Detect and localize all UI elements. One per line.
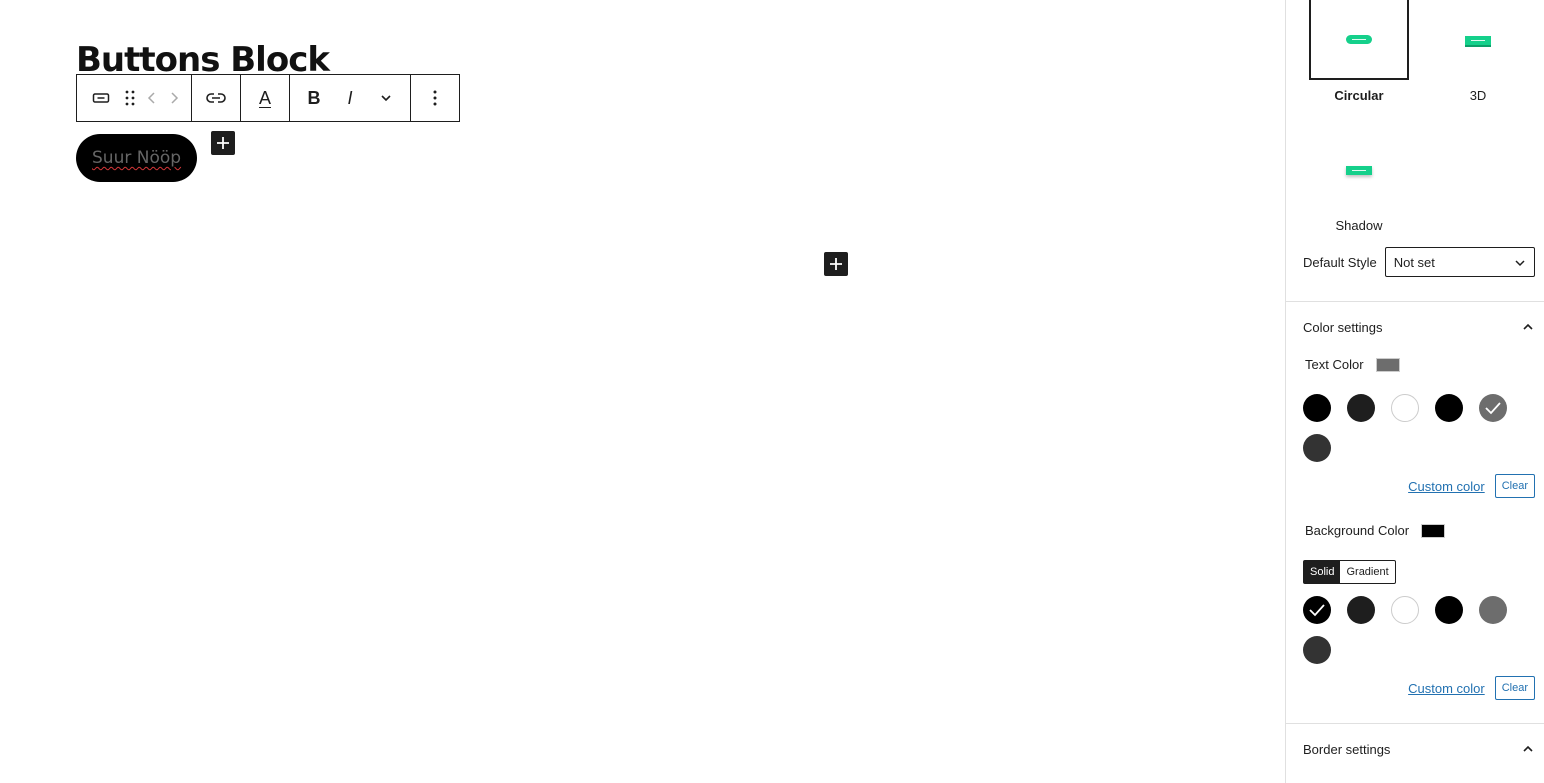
style-label: 3D [1469,88,1487,103]
block-toolbar: A B I [76,74,460,122]
background-color-label: Background Color [1305,523,1410,538]
style-label: Shadow [1335,218,1383,233]
color-swatch[interactable] [1391,394,1419,422]
text-color-row: Text Color [1305,357,1400,372]
block-inserter-plus-icon[interactable] [824,252,848,276]
text-color-indicator [1375,357,1400,372]
button-text[interactable]: Suur Nööp [92,148,181,168]
move-right-icon[interactable] [163,75,185,121]
bold-icon[interactable]: B [296,75,332,121]
toolbar-group-color: A [241,75,290,121]
style-option-shadow[interactable]: Shadow [1309,130,1409,233]
color-swatch[interactable] [1435,394,1463,422]
text-color-actions: Custom color Clear [1303,474,1535,498]
buttons-block-button[interactable]: Suur Nööp [76,134,198,182]
inline-inserter-plus-icon[interactable] [211,131,235,155]
text-color-label: A [258,87,271,108]
color-settings-title: Color settings [1303,319,1383,335]
text-color-swatches [1303,394,1535,462]
color-swatch[interactable] [1347,394,1375,422]
color-swatch[interactable] [1303,394,1331,422]
border-settings-header[interactable]: Border settings [1303,739,1535,759]
default-style-select[interactable]: Not set [1384,247,1535,277]
chevron-up-icon[interactable] [1521,322,1535,332]
toolbar-group-block [77,75,192,121]
color-swatch[interactable] [1303,596,1331,624]
text-color-icon[interactable]: A [247,75,283,121]
border-settings-title: Border settings [1303,741,1391,757]
gradient-tab[interactable]: Gradient [1340,561,1394,583]
background-color-swatches [1303,596,1535,664]
color-settings-header[interactable]: Color settings [1303,317,1535,337]
default-style-label: Default Style [1303,254,1377,270]
toolbar-group-link [192,75,241,121]
background-color-row: Background Color [1305,523,1446,538]
background-color-actions: Custom color Clear [1303,676,1535,700]
options-icon[interactable] [417,75,453,121]
chevron-up-icon[interactable] [1521,744,1535,754]
italic-label: I [347,87,353,108]
style-preview [1309,130,1409,210]
color-swatch[interactable] [1479,394,1507,422]
custom-color-link[interactable]: Custom color [1408,681,1485,696]
bold-label: B [307,87,321,108]
move-left-icon[interactable] [141,75,163,121]
check-icon [1309,604,1325,617]
chevron-down-icon [1514,255,1526,270]
mini-button-preview [1465,35,1491,45]
color-swatch[interactable] [1435,596,1463,624]
style-preview [1428,0,1528,80]
drag-handle-icon[interactable] [119,75,141,121]
clear-button[interactable]: Clear [1494,474,1535,498]
background-color-indicator [1421,523,1446,538]
background-type-toggle: Solid Gradient [1303,560,1396,584]
color-swatch[interactable] [1479,596,1507,624]
text-color-label: Text Color [1305,357,1364,372]
custom-color-link[interactable]: Custom color [1408,479,1485,494]
mini-button-preview [1346,34,1372,44]
style-option-3d[interactable]: 3D [1428,0,1528,103]
color-swatch[interactable] [1347,596,1375,624]
default-style-value: Not set [1393,254,1435,270]
color-swatch[interactable] [1303,636,1331,664]
toolbar-group-options [411,75,459,121]
style-label: Circular [1334,88,1384,103]
check-icon [1485,402,1501,415]
settings-sidebar: Circular 3D Shadow Default Style Not set… [1285,0,1544,783]
color-swatch[interactable] [1391,596,1419,624]
solid-tab[interactable]: Solid [1304,561,1341,583]
toolbar-group-format: B I [290,75,411,121]
divider [1286,301,1544,302]
color-swatch[interactable] [1303,434,1331,462]
link-icon[interactable] [198,75,234,121]
italic-icon[interactable]: I [332,75,368,121]
mini-button-preview [1346,165,1372,175]
button-block-icon[interactable] [83,75,119,121]
divider [1286,723,1544,724]
more-formatting-icon[interactable] [368,75,404,121]
style-preview [1309,0,1409,80]
editor-canvas[interactable]: Buttons Block A B I Suur Nööp [0,0,1285,783]
default-style-row: Default Style Not set [1303,247,1535,277]
style-option-circular[interactable]: Circular [1309,0,1409,103]
clear-button[interactable]: Clear [1494,676,1535,700]
